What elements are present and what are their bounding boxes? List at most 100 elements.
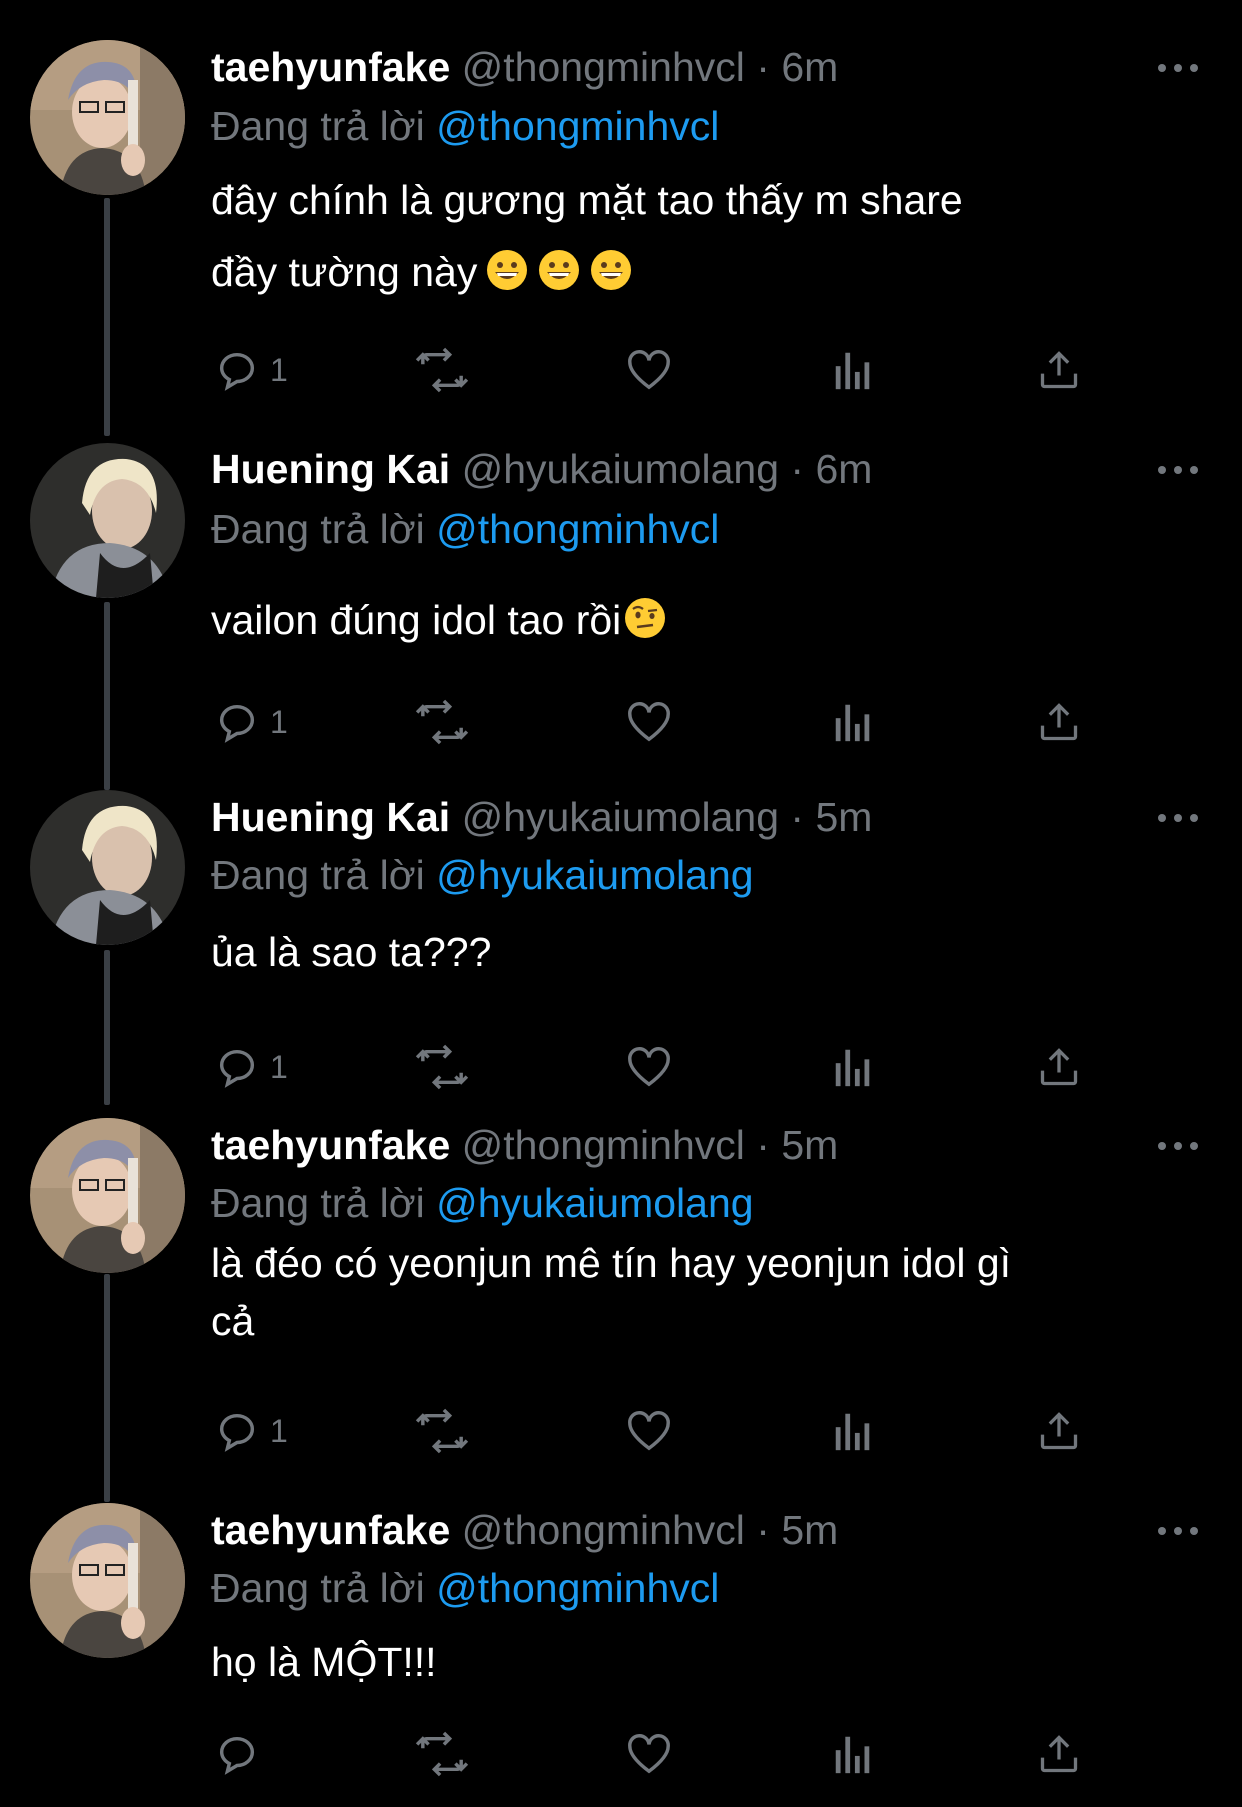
analytics-button[interactable] bbox=[833, 1730, 873, 1778]
like-button[interactable] bbox=[625, 346, 673, 394]
retweet-button[interactable] bbox=[415, 1730, 469, 1778]
reply-icon bbox=[219, 1736, 255, 1775]
avatar[interactable] bbox=[30, 1118, 185, 1273]
retweet-button[interactable] bbox=[415, 346, 469, 394]
analytics-button[interactable] bbox=[833, 346, 873, 394]
share-button[interactable] bbox=[1037, 1407, 1081, 1455]
reply-button[interactable]: 1 bbox=[214, 1043, 288, 1091]
grinning-face-emoji bbox=[539, 250, 580, 290]
like-button[interactable] bbox=[625, 1730, 673, 1778]
display-name[interactable]: Huening Kai bbox=[211, 446, 450, 492]
replying-to: Đang trả lời @thongminhvcl bbox=[211, 101, 719, 151]
replying-to-label: Đang trả lời bbox=[211, 1180, 425, 1226]
avatar[interactable] bbox=[30, 443, 185, 598]
timestamp[interactable]: 5m bbox=[815, 794, 872, 840]
display-name[interactable]: taehyunfake bbox=[211, 1507, 450, 1553]
avatar[interactable] bbox=[30, 1503, 185, 1658]
share-button[interactable] bbox=[1037, 1730, 1081, 1778]
share-button[interactable] bbox=[1037, 346, 1081, 394]
avatar[interactable] bbox=[30, 40, 185, 195]
retweet-button[interactable] bbox=[415, 1043, 469, 1091]
tweet-actions: 1 bbox=[211, 346, 1111, 394]
reply-button[interactable]: 1 bbox=[214, 1407, 288, 1455]
more-icon[interactable] bbox=[1158, 58, 1198, 78]
reply-icon bbox=[219, 1413, 255, 1452]
face-with-raised-eyebrow-emoji bbox=[625, 598, 666, 638]
retweet-button[interactable] bbox=[415, 698, 469, 746]
reply-count: 1 bbox=[270, 1048, 288, 1085]
display-name[interactable]: taehyunfake bbox=[211, 44, 450, 90]
timestamp[interactable]: 6m bbox=[815, 446, 872, 492]
retweet-icon bbox=[415, 347, 469, 393]
tweet-text-line: là đéo có yeonjun mê tín hay yeonjun ido… bbox=[211, 1240, 1012, 1286]
timestamp[interactable]: 5m bbox=[781, 1122, 838, 1168]
tweet-text-line-content: vailon đúng idol tao rồi bbox=[211, 597, 622, 643]
replying-to-label: Đang trả lời bbox=[211, 852, 425, 898]
separator-dot: · bbox=[790, 446, 805, 492]
analytics-button[interactable] bbox=[833, 698, 873, 746]
user-handle[interactable]: @thongminhvcl bbox=[462, 1507, 745, 1553]
more-icon[interactable] bbox=[1158, 460, 1198, 480]
reply-thread: taehyunfake @thongminhvcl · 6m Đang trả … bbox=[0, 0, 1242, 1807]
user-handle[interactable]: @thongminhvcl bbox=[462, 1122, 745, 1168]
replying-to-handle[interactable]: @thongminhvcl bbox=[436, 506, 719, 552]
tweet-text-line: vailon đúng idol tao rồi bbox=[211, 584, 1211, 656]
more-icon[interactable] bbox=[1158, 808, 1198, 828]
tweet[interactable]: Huening Kai @hyukaiumolang · 5m Đang trả… bbox=[0, 760, 1242, 1090]
tweet-text-line: ủa là sao ta??? bbox=[211, 929, 492, 975]
like-icon bbox=[628, 350, 670, 390]
reply-icon bbox=[219, 352, 255, 391]
reply-button[interactable]: 1 bbox=[214, 698, 288, 746]
like-button[interactable] bbox=[625, 698, 673, 746]
tweet-text: là đéo có yeonjun mê tín hay yeonjun ido… bbox=[211, 1234, 1211, 1350]
more-icon[interactable] bbox=[1158, 1136, 1198, 1156]
retweet-icon bbox=[415, 699, 469, 745]
display-name[interactable]: Huening Kai bbox=[211, 794, 450, 840]
like-button[interactable] bbox=[625, 1043, 673, 1091]
reply-button[interactable] bbox=[214, 1730, 270, 1778]
replying-to-handle[interactable]: @hyukaiumolang bbox=[436, 852, 753, 898]
tweet[interactable]: taehyunfake @thongminhvcl · 6m Đang trả … bbox=[0, 0, 1242, 400]
retweet-icon bbox=[415, 1731, 469, 1777]
reply-button[interactable]: 1 bbox=[214, 346, 288, 394]
retweet-button[interactable] bbox=[415, 1407, 469, 1455]
user-handle[interactable]: @hyukaiumolang bbox=[462, 794, 779, 840]
share-button[interactable] bbox=[1037, 1043, 1081, 1091]
like-button[interactable] bbox=[625, 1407, 673, 1455]
separator-dot: · bbox=[756, 44, 770, 90]
like-icon bbox=[628, 1047, 670, 1087]
replying-to-handle[interactable]: @thongminhvcl bbox=[436, 103, 719, 149]
timestamp[interactable]: 6m bbox=[781, 44, 838, 90]
replying-to-handle[interactable]: @hyukaiumolang bbox=[436, 1180, 753, 1226]
user-handle[interactable]: @hyukaiumolang bbox=[462, 446, 779, 492]
avatar[interactable] bbox=[30, 790, 185, 945]
reply-count: 1 bbox=[270, 703, 288, 740]
retweet-icon bbox=[415, 1408, 469, 1454]
tweet-text: họ là MỘT!!! bbox=[211, 1626, 1211, 1698]
more-icon[interactable] bbox=[1158, 1521, 1198, 1541]
analytics-icon bbox=[835, 1736, 870, 1774]
reply-icon bbox=[219, 1049, 255, 1088]
retweet-icon bbox=[415, 1044, 469, 1090]
tweet-header: taehyunfake @thongminhvcl · 5m bbox=[211, 1120, 838, 1170]
analytics-icon bbox=[835, 352, 870, 390]
tweet[interactable]: Huening Kai @hyukaiumolang · 6m Đang trả… bbox=[0, 400, 1242, 760]
grinning-face-emoji bbox=[487, 250, 528, 290]
replying-to-label: Đang trả lời bbox=[211, 506, 425, 552]
user-handle[interactable]: @thongminhvcl bbox=[462, 44, 745, 90]
analytics-button[interactable] bbox=[833, 1407, 873, 1455]
share-button[interactable] bbox=[1037, 698, 1081, 746]
tweet[interactable]: taehyunfake @thongminhvcl · 5m Đang trả … bbox=[0, 1490, 1242, 1807]
replying-to-handle[interactable]: @thongminhvcl bbox=[436, 1565, 719, 1611]
timestamp[interactable]: 5m bbox=[781, 1507, 838, 1553]
like-icon bbox=[628, 1411, 670, 1451]
reply-count: 1 bbox=[270, 1412, 288, 1449]
tweet-text-line: đây chính là gương mặt tao thấy m share bbox=[211, 177, 963, 223]
analytics-button[interactable] bbox=[833, 1043, 873, 1091]
separator-dot: · bbox=[756, 1507, 770, 1553]
reply-count: 1 bbox=[270, 351, 288, 388]
display-name[interactable]: taehyunfake bbox=[211, 1122, 450, 1168]
replying-to-label: Đang trả lời bbox=[211, 1565, 425, 1611]
tweet[interactable]: taehyunfake @thongminhvcl · 5m Đang trả … bbox=[0, 1090, 1242, 1490]
tweet-actions: 1 bbox=[211, 698, 1111, 746]
